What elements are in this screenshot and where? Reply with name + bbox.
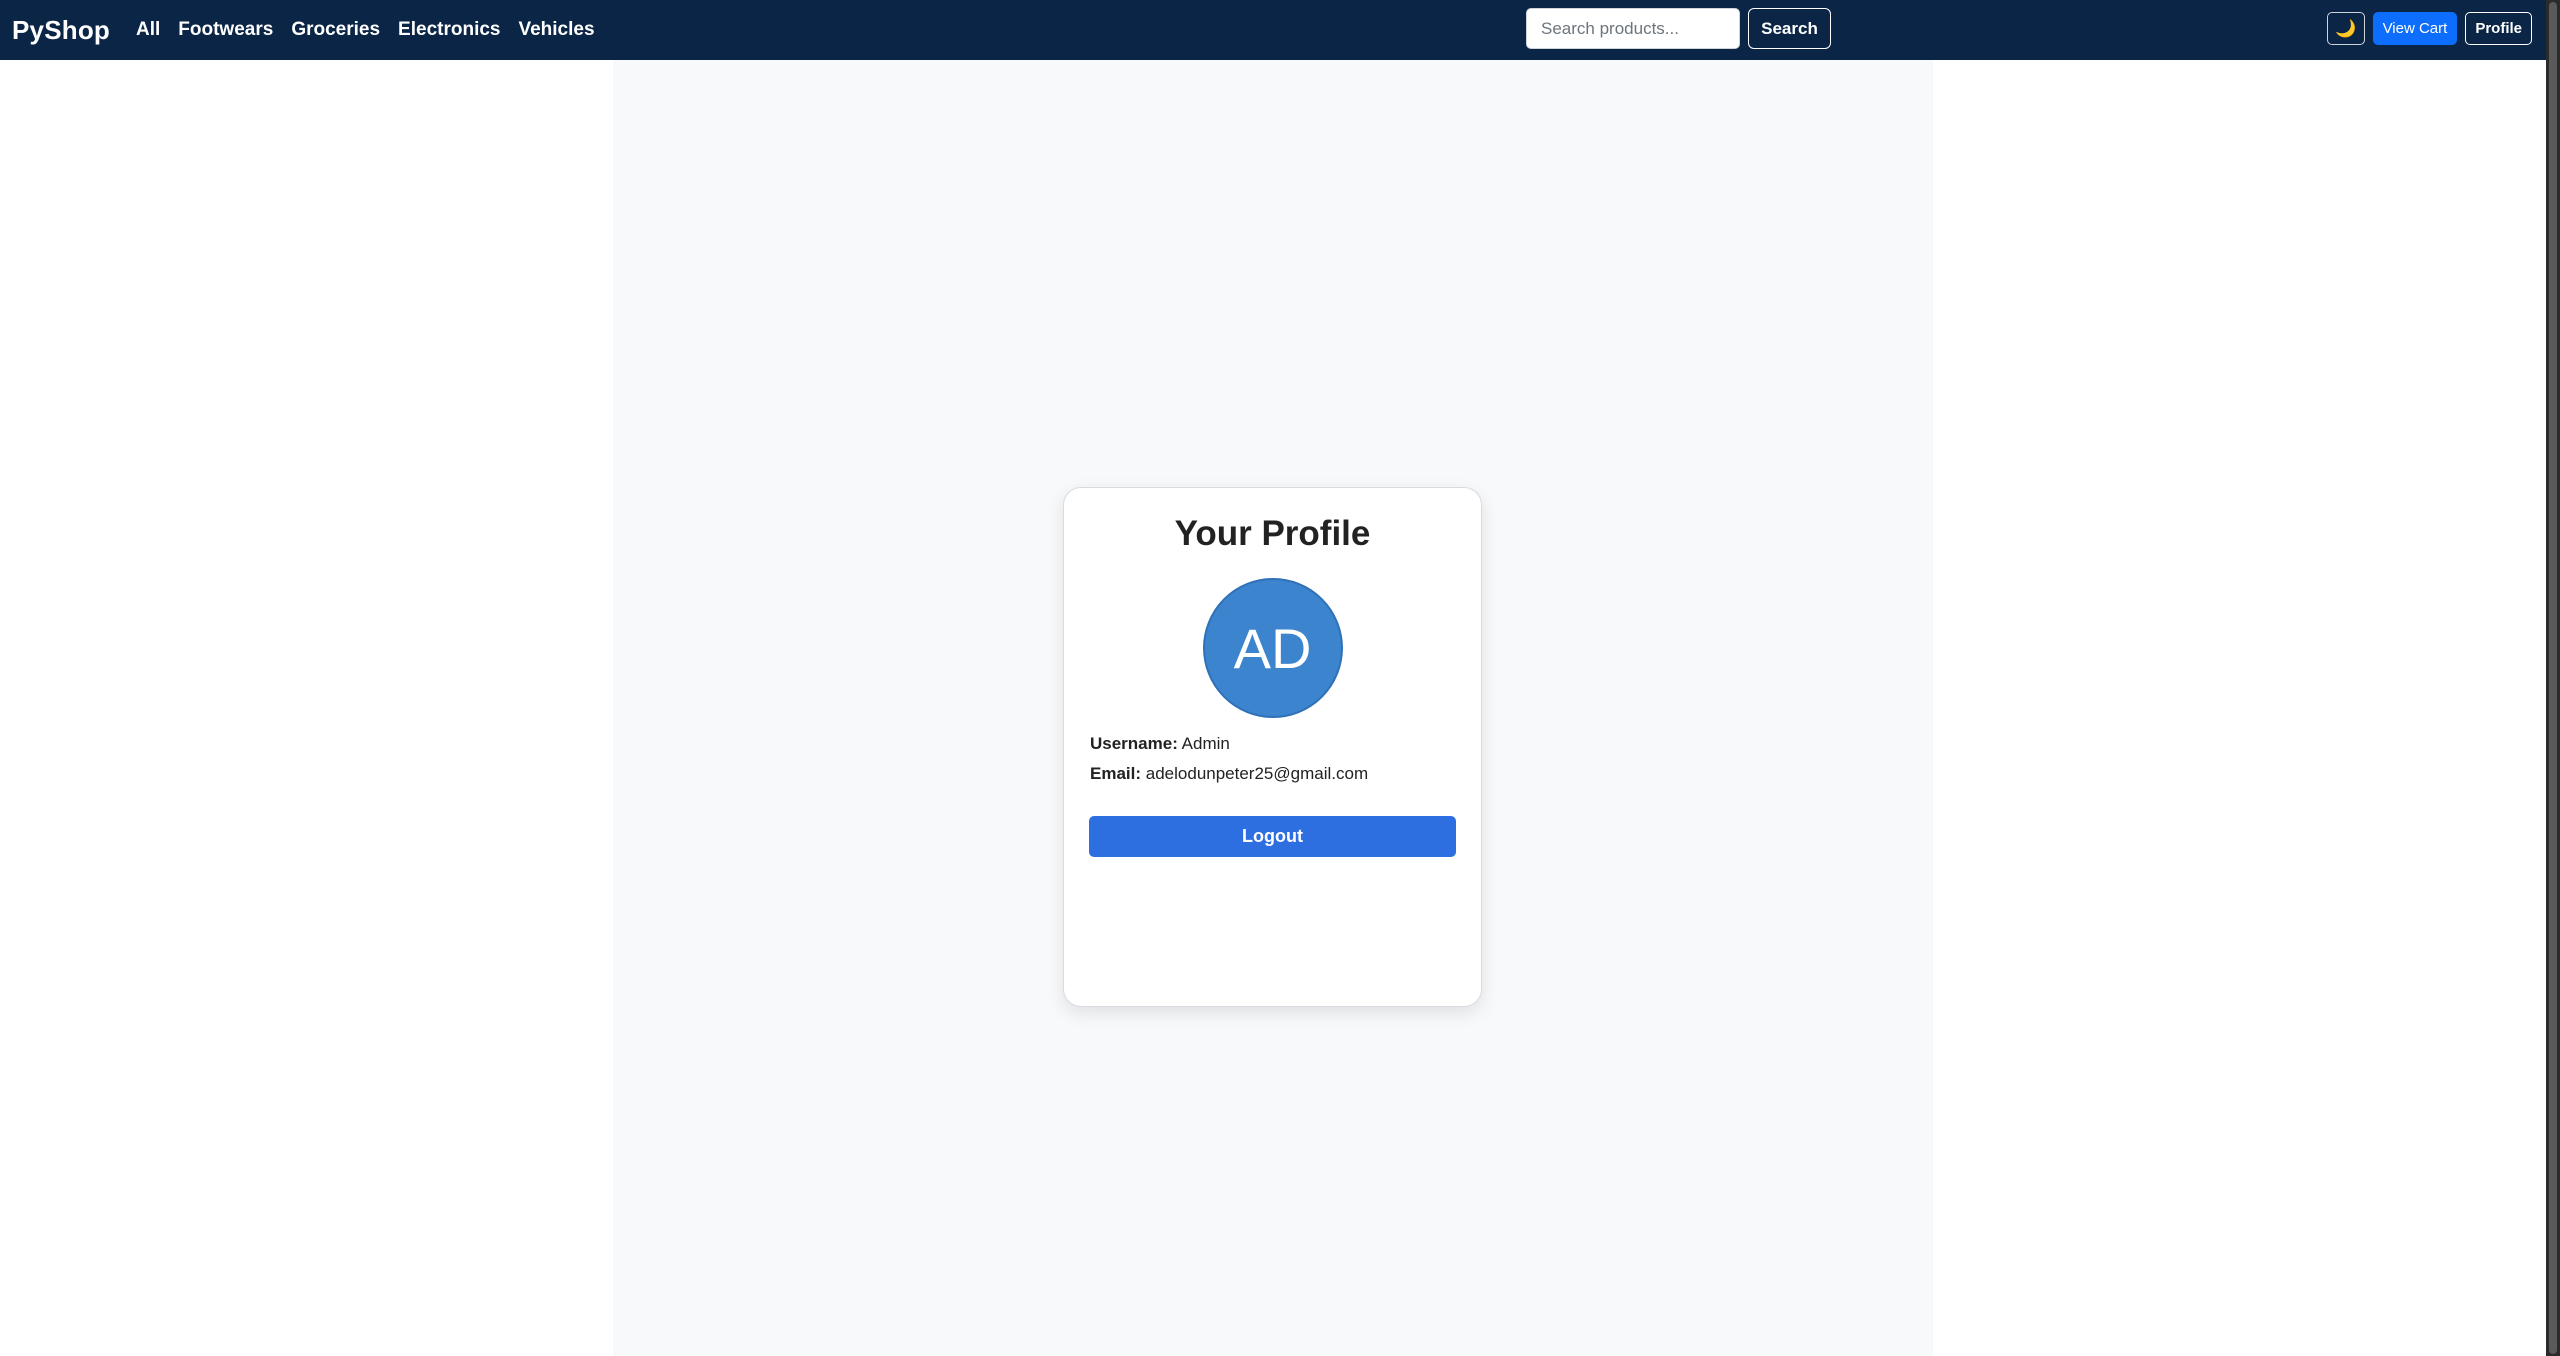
search-form: Search [1526,8,1831,49]
page-title: Your Profile [1174,514,1371,553]
search-input[interactable] [1526,8,1740,49]
nav-link-vehicles[interactable]: Vehicles [518,19,594,41]
brand-logo[interactable]: PyShop [12,15,110,46]
search-button[interactable]: Search [1748,8,1831,49]
theme-toggle-button[interactable]: 🌙 [2326,12,2365,45]
avatar-initials: AD [1233,616,1312,680]
username-label: Username: [1090,734,1178,753]
nav-link-all[interactable]: All [136,19,160,41]
email-label: Email: [1090,764,1142,783]
email-row: Email: adelodunpeter25@gmail.com [1090,764,1455,784]
nav-link-groceries[interactable]: Groceries [291,19,380,41]
profile-card: Your Profile AD Username: Admin Email: a… [1063,487,1482,1007]
profile-button[interactable]: Profile [2465,12,2532,45]
view-cart-button[interactable]: View Cart [2372,12,2458,45]
email-value: adelodunpeter25@gmail.com [1145,764,1369,783]
nav-link-footwears[interactable]: Footwears [178,19,273,41]
top-navbar: PyShop All Footwears Groceries Electroni… [0,0,2546,60]
profile-info: Username: Admin Email: adelodunpeter25@g… [1064,734,1481,784]
username-row: Username: Admin [1090,734,1455,754]
nav-link-electronics[interactable]: Electronics [398,19,500,41]
username-value: Admin [1181,734,1230,753]
logout-button[interactable]: Logout [1089,816,1456,857]
scrollbar-thumb[interactable] [2549,2,2557,1354]
category-nav: All Footwears Groceries Electronics Vehi… [136,19,613,41]
navbar-actions: 🌙 View Cart Profile [2326,12,2532,45]
avatar: AD [1202,578,1343,718]
page-scrollbar[interactable] [2546,0,2560,1356]
moon-icon: 🌙 [2334,18,2357,38]
